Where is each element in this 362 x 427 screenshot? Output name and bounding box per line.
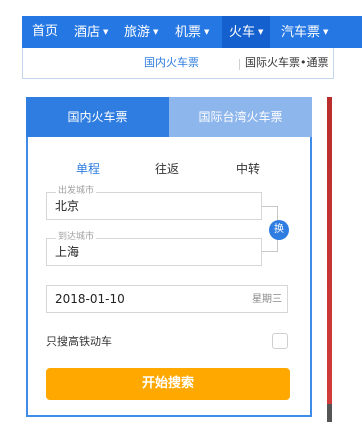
chevron-down-icon: ▼ — [323, 28, 329, 36]
departure-date-field[interactable]: 2018-01-10 星期三 — [46, 285, 288, 313]
nav-bus-label: 汽车票 — [281, 25, 321, 40]
subnav-international-link[interactable]: 国际火车票•通票 — [245, 48, 329, 78]
tab-domestic-train[interactable]: 国内火车票 — [26, 97, 169, 137]
nav-home-label: 首页 — [32, 24, 59, 39]
side-banner-strip — [327, 97, 332, 422]
nav-travel[interactable]: 旅游 ▼ — [124, 16, 158, 48]
nav-travel-label: 旅游 — [124, 25, 151, 40]
nav-flight-label: 机票 — [175, 25, 202, 40]
arrival-city-field[interactable]: 到达城市 上海 — [46, 231, 262, 266]
departure-city-field[interactable]: 出发城市 北京 — [46, 185, 262, 220]
arrival-city-value: 上海 — [55, 245, 80, 259]
chevron-down-icon: ▼ — [153, 28, 159, 36]
swap-cities-button[interactable]: 换 — [269, 220, 289, 240]
trip-type-round-trip[interactable]: 往返 — [155, 160, 179, 177]
nav-hotel[interactable]: 酒店 ▼ — [74, 16, 108, 48]
nav-train[interactable]: 火车 ▼ — [222, 16, 271, 48]
nav-hotel-label: 酒店 — [74, 25, 101, 40]
train-subnav: 国内火车票 国际火车票•通票 — [22, 48, 334, 79]
nav-home[interactable]: 首页 — [32, 16, 58, 48]
high-speed-only-label: 只搜高铁动车 — [46, 335, 112, 348]
chevron-down-icon: ▼ — [204, 28, 210, 36]
nav-flight[interactable]: 机票 ▼ — [175, 16, 209, 48]
chevron-down-icon: ▼ — [103, 28, 109, 36]
subnav-domestic-link[interactable]: 国内火车票 — [144, 48, 199, 78]
subnav-divider — [239, 59, 240, 70]
nav-bus[interactable]: 汽车票 ▼ — [281, 16, 328, 48]
trip-type-one-way[interactable]: 单程 — [76, 160, 100, 177]
nav-train-label: 火车 — [229, 25, 256, 40]
side-banner-strip-end — [327, 404, 332, 422]
top-nav: 首页 酒店 ▼ 旅游 ▼ 机票 ▼ 火车 ▼ 汽车票 ▼ — [22, 16, 362, 48]
departure-date-value: 2018-01-10 — [55, 292, 125, 306]
departure-city-value: 北京 — [55, 199, 80, 213]
tab-taiwan-train[interactable]: 国际台湾火车票 — [169, 97, 312, 137]
high-speed-only-checkbox[interactable] — [272, 333, 288, 349]
chevron-down-icon: ▼ — [258, 28, 264, 36]
trip-type-transfer[interactable]: 中转 — [236, 160, 260, 177]
start-search-button[interactable]: 开始搜索 — [46, 368, 290, 400]
departure-weekday: 星期三 — [252, 294, 282, 305]
